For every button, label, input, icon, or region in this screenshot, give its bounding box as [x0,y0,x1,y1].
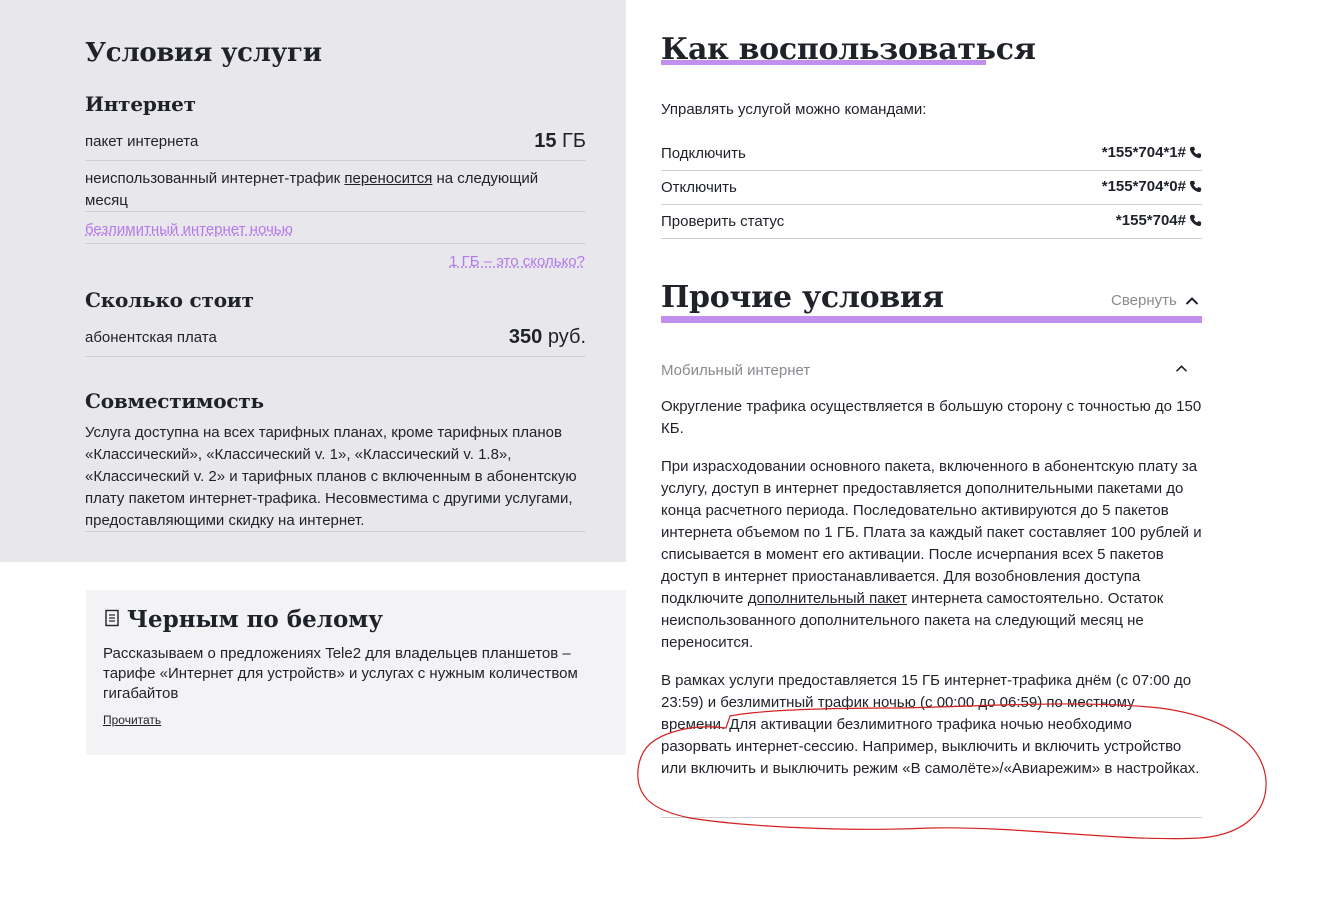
package-value: 15 ГБ [534,130,586,152]
package-row: пакет интернета 15 ГБ [85,128,586,161]
chevron-up-icon [1185,296,1199,305]
fee-value: 350 руб. [508,326,586,348]
extra-packages-paragraph: При израсходовании основного пакета, вкл… [661,458,1202,651]
internet-heading: Интернет [85,92,196,116]
command-row-status: Проверить статус *155*704# [661,205,1202,239]
fee-row: абонентская плата 350 руб. [85,324,586,357]
phone-icon [1189,180,1202,193]
collapse-label: Свернуть [1111,292,1177,309]
night-row: безлимитный интернет ночью [85,219,586,244]
fee-label: абонентская плата [85,329,217,346]
command-label: Проверить статус [661,213,785,230]
rollover-text: неиспользованный интернет-трафик перенос… [85,170,539,209]
howto-title: Как воспользоваться [661,32,1036,67]
card-title-row: Черным по белому [103,606,383,633]
command-label: Отключить [661,179,737,196]
collapse-button[interactable]: Свернуть [1111,292,1199,309]
other-title: Прочие условия [661,280,944,315]
gb-info-link[interactable]: 1 ГБ – это сколько? [449,253,585,270]
compat-heading: Совместимость [85,389,264,413]
card-text: Рассказываем о предложениях Tele2 для вл… [103,645,578,702]
command-code[interactable]: *155*704*1# [1102,144,1202,161]
command-label: Подключить [661,145,746,162]
rollover-link[interactable]: переносится [344,170,432,187]
other-underline [661,316,1202,323]
price-heading: Сколько стоит [85,288,254,312]
howto-intro: Управлять услугой можно командами: [661,101,927,118]
read-link[interactable]: Прочитать [103,713,161,727]
mobile-internet-toggle[interactable]: Мобильный интернет [661,362,1202,379]
compat-text: Услуга доступна на всех тарифных планах,… [85,422,586,532]
extra-package-link[interactable]: дополнительный пакет [748,590,907,607]
package-label: пакет интернета [85,133,199,150]
chevron-up-icon [1175,365,1188,372]
command-code[interactable]: *155*704*0# [1102,178,1202,195]
command-row-deactivate: Отключить *155*704*0# [661,171,1202,205]
article-card: Черным по белому Рассказываем о предложе… [86,590,626,755]
section-label: Мобильный интернет [661,362,811,379]
phone-icon [1189,146,1202,159]
rounding-paragraph: Округление трафика осуществляется в боль… [661,398,1202,437]
command-code[interactable]: *155*704# [1116,212,1202,229]
command-row-activate: Подключить *155*704*1# [661,137,1202,171]
card-title: Черным по белому [127,606,384,633]
conditions-title: Условия услуги [85,38,322,68]
document-icon [103,606,121,633]
rollover-row: неиспользованный интернет-трафик перенос… [85,168,586,212]
night-traffic-paragraph: В рамках услуги предоставляется 15 ГБ ин… [661,672,1200,777]
night-internet-link[interactable]: безлимитный интернет ночью [85,219,293,241]
phone-icon [1189,214,1202,227]
divider [661,817,1202,818]
